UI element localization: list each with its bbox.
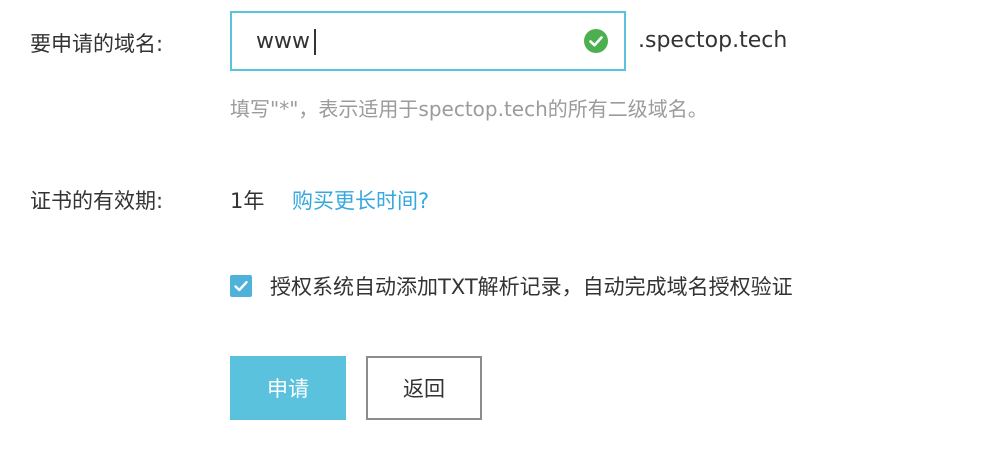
validity-label: 证书的有效期: [30, 189, 164, 213]
buy-longer-link[interactable]: 购买更长时间? [292, 185, 429, 215]
domain-label: 要申请的域名: [30, 32, 164, 56]
check-circle-icon [584, 29, 608, 53]
domain-input[interactable] [256, 13, 576, 69]
domain-hint: 填写"*"，表示适用于spectop.tech的所有二级域名。 [230, 97, 708, 121]
domain-field[interactable] [230, 11, 626, 71]
auto-txt-checkbox[interactable] [230, 275, 252, 297]
domain-suffix: .spectop.tech [638, 28, 788, 53]
auto-txt-option[interactable]: 授权系统自动添加TXT解析记录，自动完成域名授权验证 [230, 270, 793, 302]
text-caret [314, 29, 316, 55]
validity-value: 1年 [230, 189, 265, 213]
back-button[interactable]: 返回 [366, 356, 482, 420]
auto-txt-label: 授权系统自动添加TXT解析记录，自动完成域名授权验证 [270, 275, 793, 299]
cert-application-form: 要申请的域名: .spectop.tech 填写"*"，表示适用于spectop… [0, 0, 982, 452]
submit-button[interactable]: 申请 [230, 356, 346, 420]
checkmark-icon [234, 281, 248, 292]
